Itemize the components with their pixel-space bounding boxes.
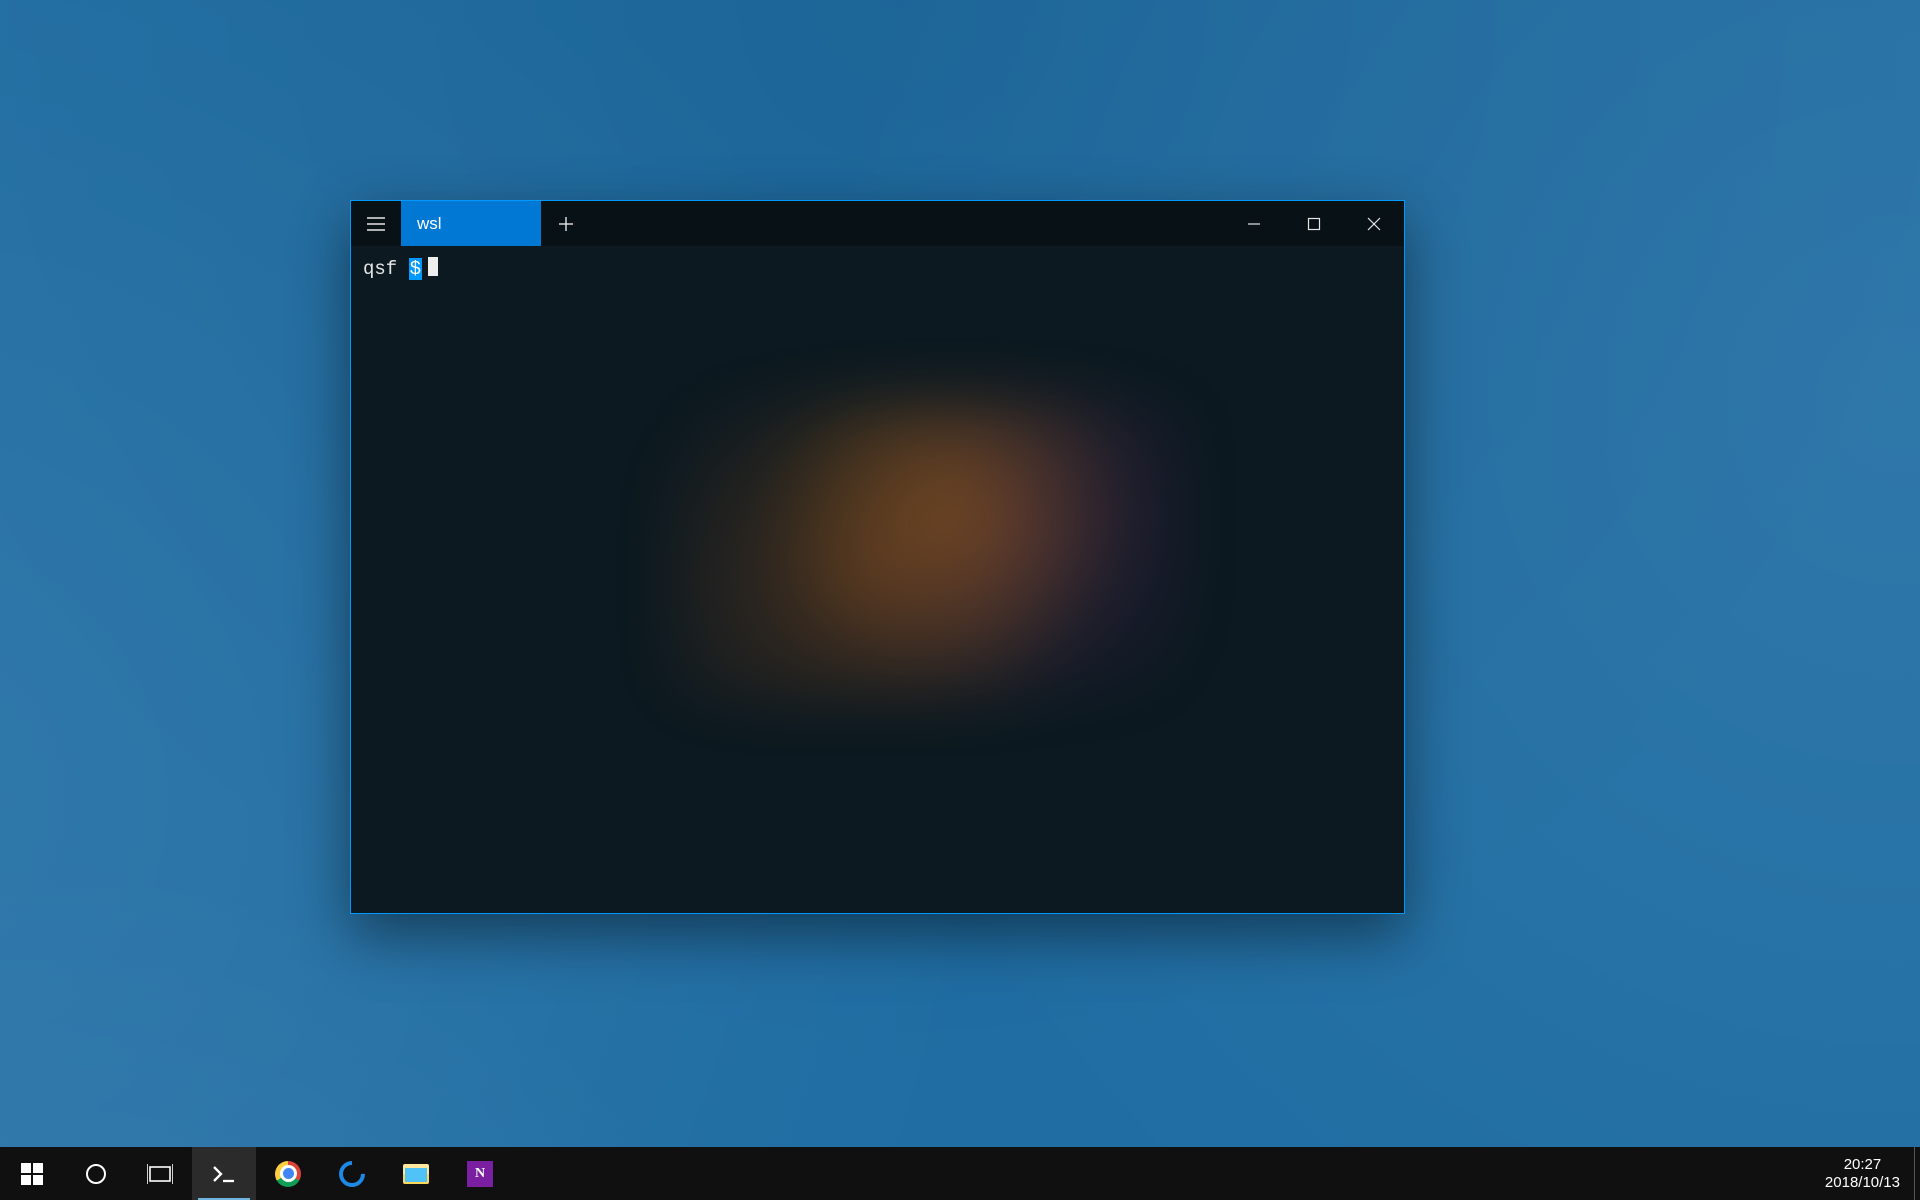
tab-wsl[interactable]: wsl [401, 201, 541, 246]
minimize-button[interactable] [1224, 201, 1284, 246]
onenote-icon: N [467, 1161, 493, 1187]
new-tab-button[interactable] [541, 201, 591, 246]
folder-icon [403, 1164, 429, 1184]
taskbar-clock[interactable]: 20:27 2018/10/13 [1811, 1147, 1914, 1200]
terminal-window: wsl qs [350, 200, 1405, 914]
taskbar-app-terminal[interactable] [192, 1147, 256, 1200]
titlebar-drag-area[interactable] [591, 201, 1224, 246]
close-window-button[interactable] [1344, 201, 1404, 246]
window-titlebar[interactable]: wsl [351, 201, 1404, 246]
start-button[interactable] [0, 1147, 64, 1200]
taskbar-app-chrome[interactable] [256, 1147, 320, 1200]
taskbar-app-onenote[interactable]: N [448, 1147, 512, 1200]
prompt-symbol: $ [409, 258, 422, 280]
tab-label: wsl [417, 214, 442, 234]
task-view-button[interactable] [128, 1147, 192, 1200]
taskbar-spacer [512, 1147, 1811, 1200]
close-tab-button[interactable] [517, 214, 529, 234]
maximize-button[interactable] [1284, 201, 1344, 246]
clock-time: 20:27 [1844, 1156, 1882, 1174]
clock-date: 2018/10/13 [1825, 1174, 1900, 1192]
show-desktop-button[interactable] [1914, 1147, 1920, 1200]
taskbar: N 20:27 2018/10/13 [0, 1147, 1920, 1200]
terminal-cursor [428, 257, 438, 276]
taskbar-app-edge[interactable] [320, 1147, 384, 1200]
edge-icon [334, 1155, 371, 1192]
hamburger-menu-button[interactable] [351, 201, 401, 246]
chrome-icon [275, 1161, 301, 1187]
terminal-body[interactable]: qsf $ [363, 257, 1392, 901]
prompt-user: qsf [363, 258, 397, 280]
taskbar-app-file-explorer[interactable] [384, 1147, 448, 1200]
cortana-button[interactable] [64, 1147, 128, 1200]
